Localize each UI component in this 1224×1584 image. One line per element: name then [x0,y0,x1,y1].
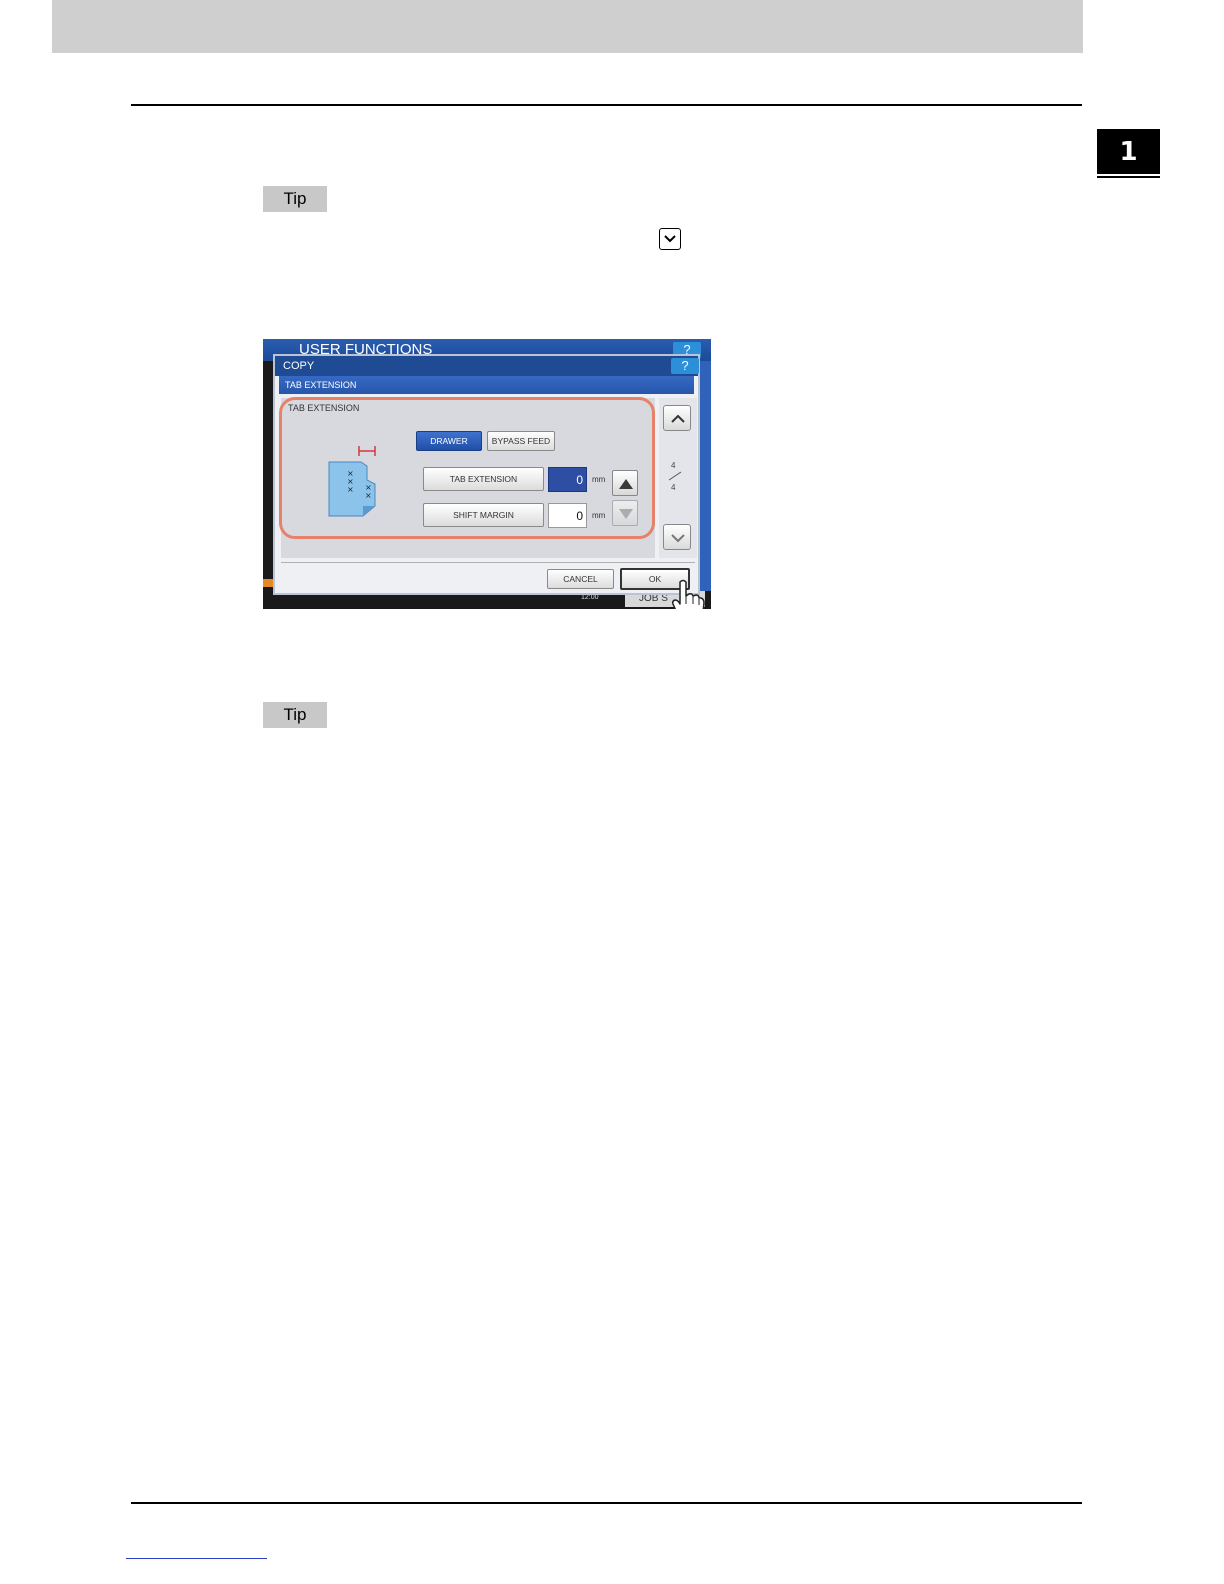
background-strip [699,361,711,591]
bottom-rule [131,1502,1082,1504]
highlight-outline [279,397,655,539]
cancel-button[interactable]: CANCEL [547,569,614,589]
page-navigator: 4 4 [659,398,697,558]
dialog-title: COPY [275,356,698,376]
chevron-down-icon [671,534,685,543]
page-total: 4 [671,483,676,492]
chapter-underline [1097,176,1160,178]
tip-badge: Tip [263,702,327,728]
page-separator [668,471,682,481]
dialog-help-button[interactable]: ? [671,358,699,374]
page-up-button[interactable] [663,405,691,431]
status-clock: 12:00 [581,594,599,601]
footer-link-underline[interactable] [126,1558,267,1559]
touch-panel-screenshot: USER FUNCTIONS ? 12:00 JOB S COPY ? TAB … [263,339,711,609]
page-current: 4 [671,461,676,470]
page-down-button[interactable] [663,524,691,550]
hand-pointer-icon [672,579,705,609]
dialog-subtitle: TAB EXTENSION [279,376,694,394]
chevron-up-icon [671,414,685,423]
chapter-number: 1 [1119,136,1138,167]
tip-badge: Tip [263,186,327,212]
dialog-footer-divider [281,562,695,563]
chevron-down-icon [659,228,681,250]
chapter-tab: 1 [1097,129,1160,174]
top-rule [131,104,1082,106]
header-bar [52,0,1083,53]
copy-dialog: COPY ? TAB EXTENSION TAB EXTENSION × × ×… [273,354,705,609]
